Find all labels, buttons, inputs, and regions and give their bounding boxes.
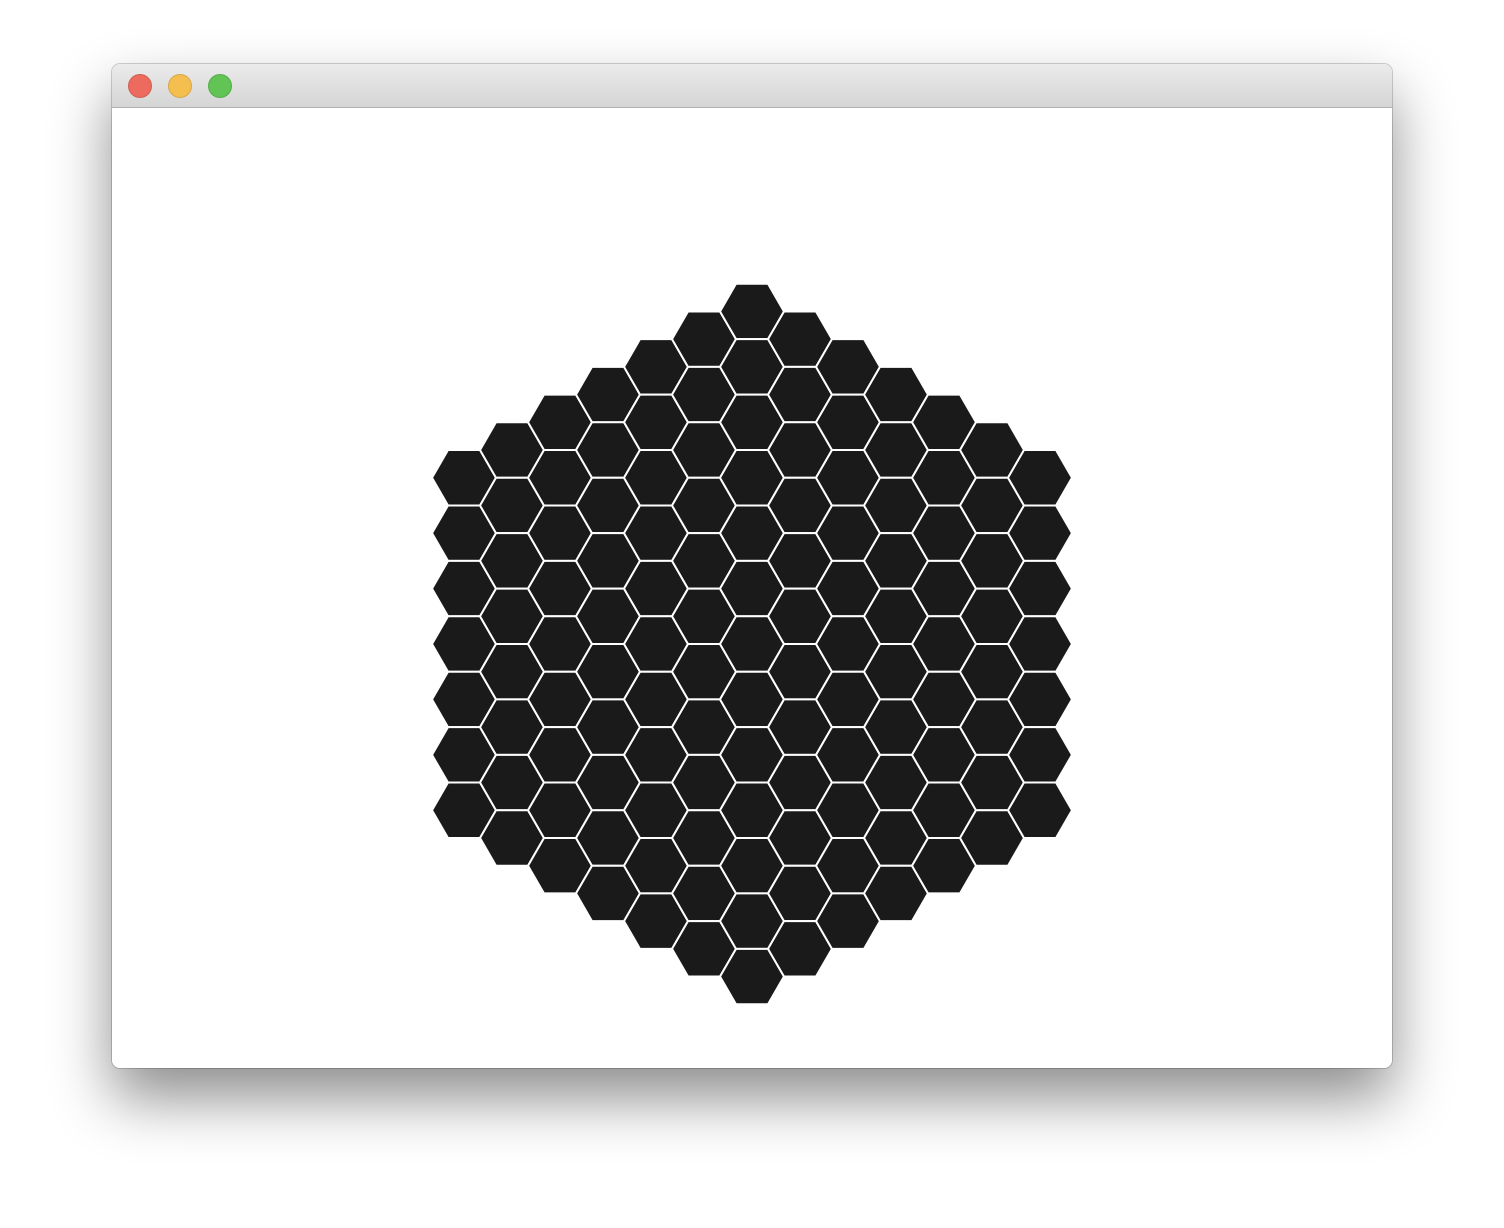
close-button[interactable]	[128, 74, 152, 98]
title-bar[interactable]	[112, 64, 1392, 108]
game-canvas	[112, 108, 1392, 1068]
hex-board[interactable]	[112, 108, 1392, 1068]
app-window	[112, 64, 1392, 1068]
maximize-button[interactable]	[208, 74, 232, 98]
minimize-button[interactable]	[168, 74, 192, 98]
